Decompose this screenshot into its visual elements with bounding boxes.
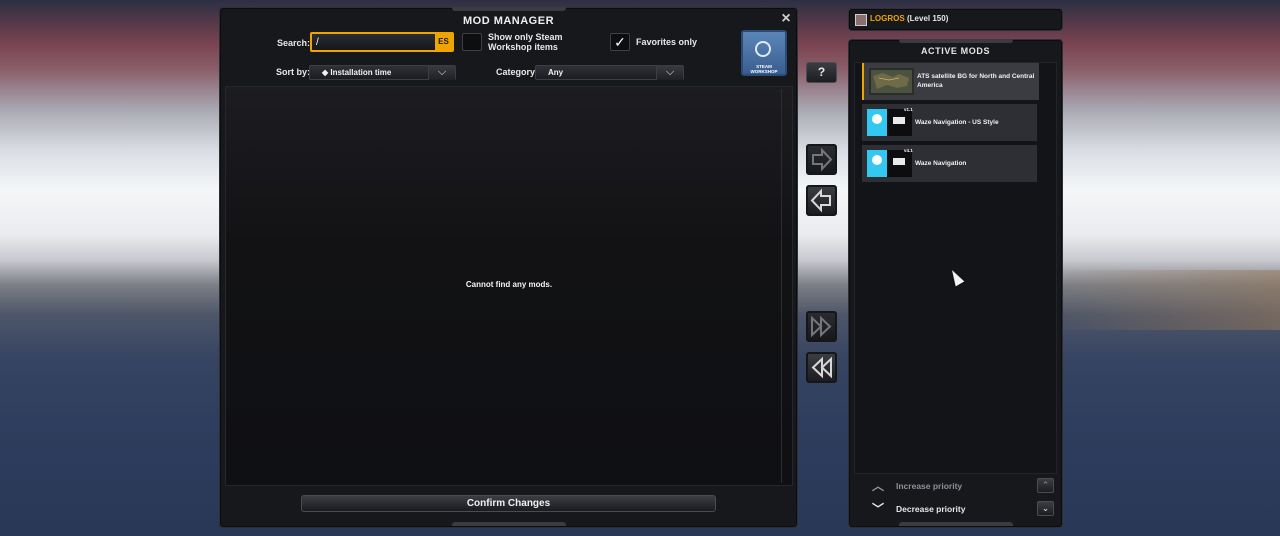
mod-manager-panel: MOD MANAGER × Search: / ES Show only Ste… — [219, 7, 798, 528]
help-button[interactable]: ? — [806, 62, 837, 83]
double-arrow-left-icon — [811, 356, 832, 379]
decrease-priority-button[interactable]: ﹀ Decrease priority — [854, 502, 1024, 516]
search-label: Search: — [277, 38, 311, 48]
double-arrow-right-icon — [811, 315, 832, 338]
sort-label: Sort by: — [276, 67, 311, 77]
chevron-up-icon: ︿ — [872, 479, 885, 493]
available-mods-list[interactable]: Cannot find any mods. — [225, 86, 793, 486]
steam-workshop-button[interactable]: STEAM WORKSHOP — [741, 30, 787, 76]
move-right-button[interactable] — [806, 144, 837, 175]
mod-name: ATS satellite BG for North and Central A… — [917, 73, 1035, 89]
category-label: Category: — [496, 67, 539, 77]
mod-thumbnail-waze — [867, 109, 912, 136]
panel-top-tab — [452, 7, 566, 11]
sort-dropdown[interactable]: ◆ Installation time ⌵ — [309, 65, 456, 80]
mod-version-badge: v1.1 — [904, 107, 913, 112]
chevron-down-icon: ﹀ — [872, 502, 885, 516]
steam-only-checkbox[interactable] — [462, 33, 482, 51]
search-input-value: / — [316, 37, 319, 48]
mod-name: Waze Navigation — [915, 160, 967, 167]
active-mod-item[interactable]: v1.1 Waze Navigation - US Style — [862, 104, 1037, 141]
category-dropdown-value: Any — [548, 68, 564, 77]
mod-thumbnail-waze — [867, 150, 912, 177]
active-panel-bottom-tab — [899, 522, 1013, 526]
favorites-label: Favorites only — [636, 37, 698, 47]
mod-thumbnail-satellite — [869, 68, 914, 95]
category-dropdown[interactable]: Any ⌵ — [535, 65, 684, 80]
player-name: LOGROS — [870, 14, 905, 23]
player-bar: LOGROS (Level 150) — [848, 8, 1063, 31]
search-input[interactable]: / ES — [310, 32, 454, 52]
panel-bottom-tab — [452, 522, 566, 526]
active-mods-title: ACTIVE MODS — [920, 46, 991, 56]
decrease-priority-icon-button[interactable]: ⌄ — [1037, 501, 1054, 516]
arrow-right-icon — [812, 147, 833, 172]
mod-name: Waze Navigation - US Style — [915, 119, 999, 126]
increase-priority-button[interactable]: ︿ Increase priority — [854, 479, 1024, 493]
steam-icon — [755, 41, 771, 57]
player-level: (Level 150) — [907, 14, 949, 23]
favorites-checkbox[interactable]: ✓ — [610, 33, 630, 51]
move-left-button[interactable] — [806, 185, 837, 216]
move-all-left-button[interactable] — [806, 352, 837, 383]
increase-priority-label: Increase priority — [896, 481, 963, 491]
steam-workshop-text: STEAM WORKSHOP — [750, 64, 778, 74]
arrow-left-icon — [810, 188, 831, 213]
panel-title: MOD MANAGER — [462, 15, 555, 27]
confirm-changes-button[interactable]: Confirm Changes — [301, 495, 716, 512]
list-scrollbar[interactable] — [781, 89, 790, 483]
player-avatar-icon — [855, 14, 867, 26]
active-mod-item[interactable]: v4.1 Waze Navigation — [862, 145, 1037, 182]
chevron-down-icon: ⌵ — [428, 65, 455, 80]
mod-version-badge: v4.1 — [904, 148, 913, 153]
chevron-down-icon: ⌵ — [656, 65, 683, 80]
move-all-right-button[interactable] — [806, 311, 837, 342]
background-haze — [1040, 270, 1280, 330]
increase-priority-icon-button[interactable]: ⌃ — [1037, 478, 1054, 493]
close-icon[interactable]: × — [779, 11, 793, 27]
steam-only-label: Show only Steam Workshop items — [488, 32, 563, 52]
decrease-priority-label: Decrease priority — [896, 504, 966, 514]
sort-dropdown-value: ◆ Installation time — [322, 68, 392, 77]
empty-message: Cannot find any mods. — [465, 280, 553, 289]
active-mod-item[interactable]: ATS satellite BG for North and Central A… — [862, 63, 1039, 100]
language-indicator: ES — [435, 34, 452, 50]
active-panel-top-tab — [899, 39, 1013, 43]
